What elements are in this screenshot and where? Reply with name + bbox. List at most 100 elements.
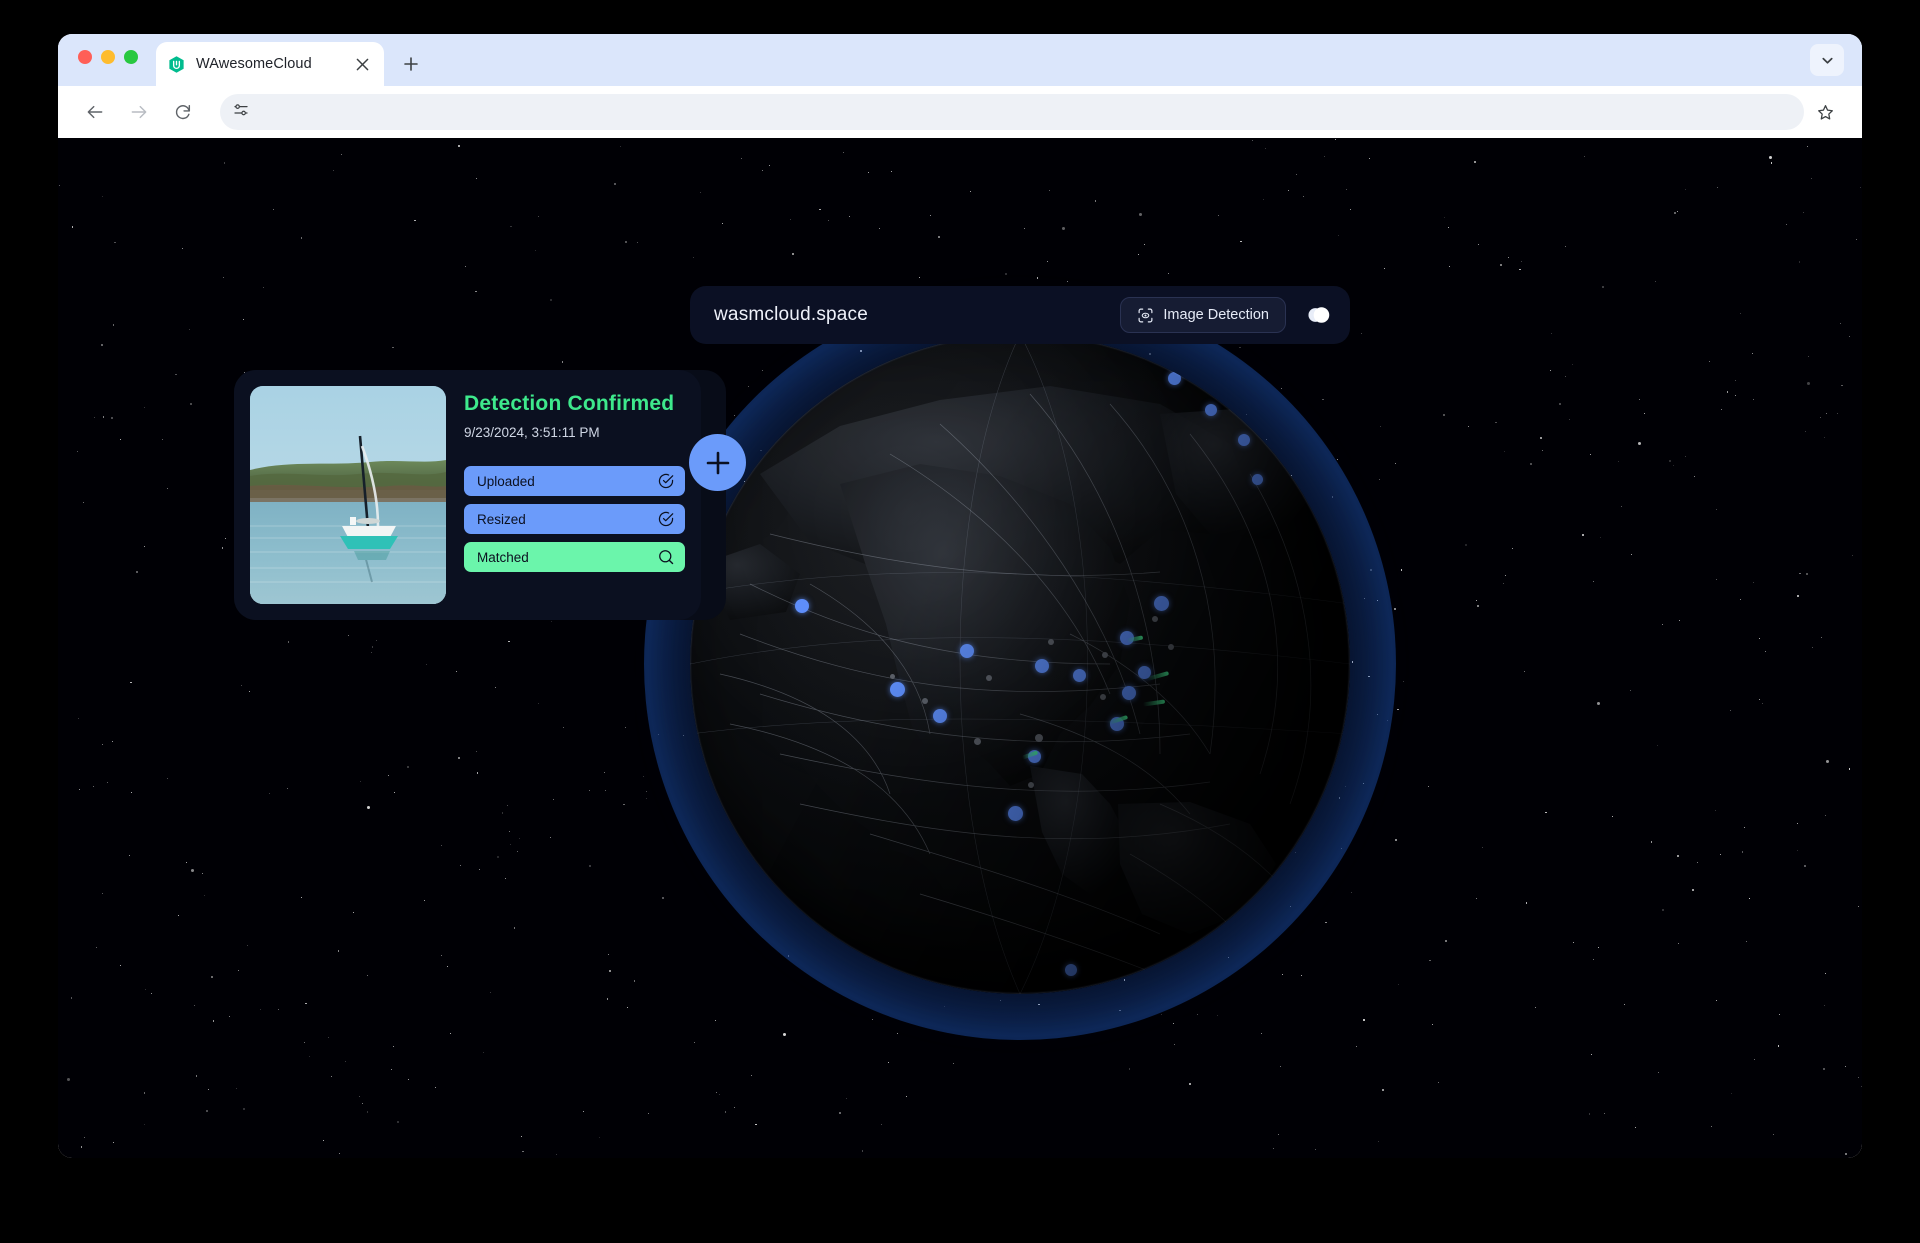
star (223, 162, 225, 164)
star (460, 864, 462, 866)
star (248, 691, 250, 693)
globe-node-marker-inactive[interactable] (1168, 644, 1174, 650)
star (1643, 412, 1645, 414)
globe-node-marker-inactive[interactable] (974, 738, 981, 745)
star (1598, 946, 1600, 948)
star (1519, 268, 1521, 270)
star (538, 215, 540, 217)
star (367, 974, 369, 977)
globe-node-marker[interactable] (1238, 434, 1250, 446)
globe-node-marker[interactable] (795, 599, 809, 613)
sailboat-thumbnail[interactable] (250, 386, 446, 604)
star (287, 788, 289, 790)
pipeline-step-matched[interactable]: Matched (464, 542, 685, 572)
star (561, 361, 563, 363)
globe-node-marker[interactable] (1065, 964, 1077, 976)
address-bar[interactable] (220, 94, 1804, 130)
star (1476, 599, 1478, 601)
globe-node-marker-inactive[interactable] (890, 674, 895, 679)
wasmcloud-hexagon-icon (169, 55, 184, 73)
globe-node-marker-inactive[interactable] (1100, 694, 1106, 700)
search-circle-icon-glyph (659, 550, 674, 565)
globe-node-marker-inactive[interactable] (1028, 782, 1034, 788)
star (370, 651, 372, 654)
globe-node-marker[interactable] (1168, 372, 1181, 385)
star (1188, 1082, 1191, 1085)
star (1262, 198, 1264, 201)
globe-node-marker[interactable] (1252, 474, 1263, 485)
star (1397, 708, 1399, 710)
tab-title: WAwesomeCloud (196, 56, 312, 72)
star (1716, 186, 1718, 189)
image-detection-button[interactable]: Image Detection (1120, 297, 1286, 333)
star (1803, 864, 1806, 867)
globe-node-marker-inactive[interactable] (1035, 734, 1043, 742)
star (1482, 846, 1484, 848)
new-tab-button[interactable] (394, 47, 428, 81)
globe-node-marker-inactive[interactable] (1048, 639, 1054, 645)
globe-node-marker[interactable] (1154, 596, 1169, 611)
star (633, 980, 636, 982)
star (79, 789, 81, 791)
pipeline-step-uploaded[interactable]: Uploaded (464, 466, 685, 496)
back-button[interactable] (76, 93, 114, 131)
reload-button[interactable] (164, 93, 202, 131)
star (457, 757, 460, 760)
globe-node-marker-inactive[interactable] (922, 698, 928, 704)
globe-node-marker[interactable] (1205, 404, 1217, 416)
star (446, 965, 448, 967)
globe-node-marker[interactable] (1122, 686, 1136, 700)
globe-node-marker[interactable] (1073, 669, 1086, 682)
star (1611, 816, 1613, 818)
star (1714, 810, 1716, 812)
tab-search-button[interactable] (1810, 44, 1844, 76)
star (1716, 578, 1718, 580)
star (1743, 827, 1745, 829)
star (1473, 161, 1476, 164)
globe-node-marker[interactable] (1035, 659, 1049, 673)
star (345, 1061, 347, 1063)
globe-node-marker-inactive[interactable] (986, 675, 992, 681)
window-zoom-button[interactable] (124, 50, 138, 64)
star (725, 1111, 727, 1113)
star (1545, 812, 1547, 814)
add-detection-button[interactable] (689, 434, 746, 491)
globe-node-marker[interactable] (1008, 806, 1023, 821)
bookmark-button[interactable] (1810, 97, 1840, 127)
pipeline-step-resized[interactable]: Resized (464, 504, 685, 534)
theme-toggle-button[interactable] (1300, 297, 1336, 333)
star (194, 1004, 196, 1006)
star (1468, 426, 1470, 428)
globe-node-marker-inactive[interactable] (1102, 652, 1108, 658)
globe-node-marker[interactable] (933, 709, 947, 723)
star (1530, 463, 1532, 465)
forward-button[interactable] (120, 93, 158, 131)
interactive-3d-earth-globe[interactable] (644, 288, 1396, 1040)
site-settings-icon[interactable] (232, 101, 250, 124)
star (1806, 572, 1809, 575)
star (1858, 1076, 1860, 1079)
star (1394, 462, 1397, 464)
browser-tab[interactable]: WAwesomeCloud (156, 42, 384, 86)
window-minimize-button[interactable] (101, 50, 115, 64)
star (868, 171, 870, 173)
star (1655, 281, 1657, 283)
detection-card[interactable]: Detection Confirmed 9/23/2024, 3:51:11 P… (234, 370, 701, 620)
globe-node-marker[interactable] (960, 644, 974, 658)
star (1715, 999, 1717, 1001)
window-close-button[interactable] (78, 50, 92, 64)
search-circle-icon (658, 549, 674, 565)
star (734, 1106, 736, 1108)
globe-node-marker-inactive[interactable] (1152, 616, 1158, 622)
star (871, 1018, 873, 1020)
star (482, 1052, 484, 1054)
star (938, 236, 940, 238)
star (1638, 399, 1641, 401)
star (1715, 508, 1717, 510)
star (1173, 1023, 1175, 1025)
globe-node-marker[interactable] (890, 682, 905, 697)
close-icon[interactable] (351, 53, 373, 75)
star (1036, 277, 1038, 279)
star (84, 1136, 86, 1138)
star (1505, 574, 1507, 576)
